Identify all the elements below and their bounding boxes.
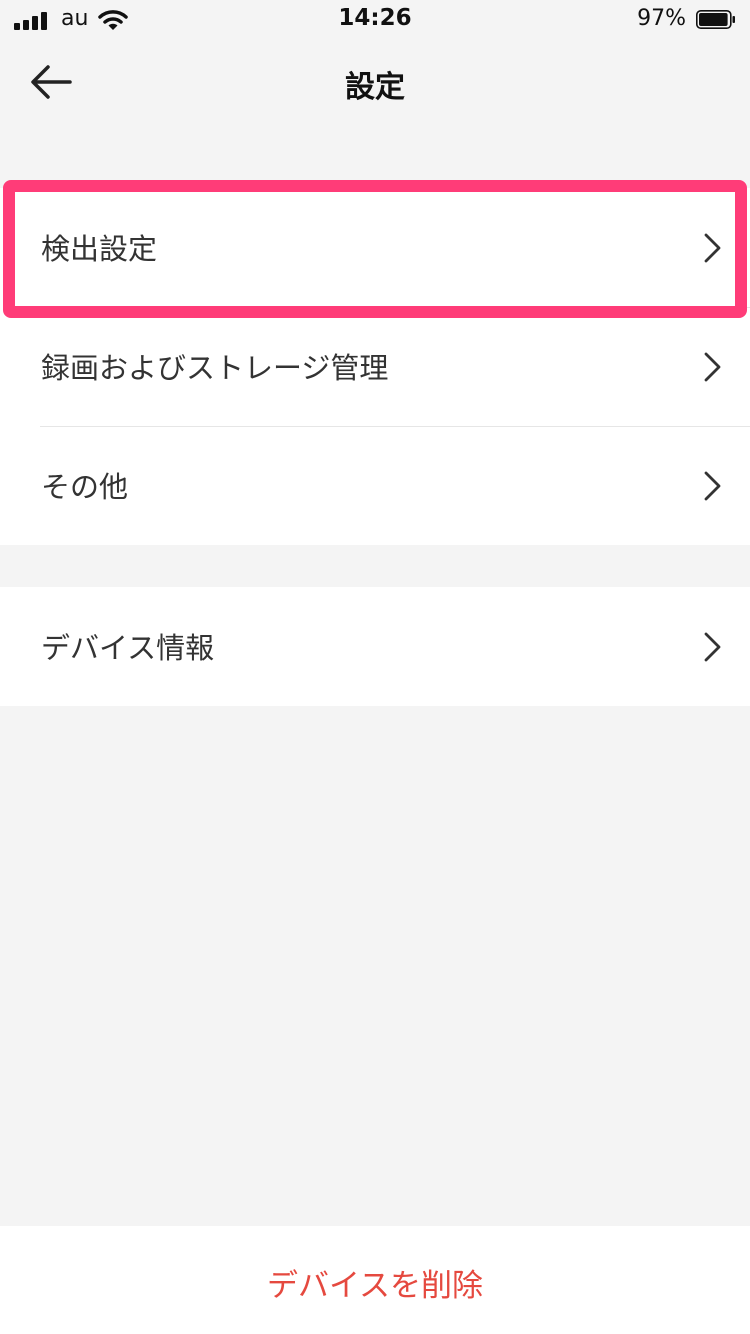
chevron-right-icon [704, 352, 721, 382]
navigation-bar: 設定 [0, 40, 750, 128]
page-title: 設定 [345, 70, 405, 105]
menu-item-label: 録画およびストレージ管理 [41, 351, 389, 385]
menu-item-other[interactable]: その他 [0, 426, 750, 545]
settings-group-main: 検出設定 録画およびストレージ管理 その他 [0, 188, 750, 545]
menu-item-label: 検出設定 [41, 232, 158, 266]
chevron-right-icon [704, 471, 721, 501]
menu-item-recording-storage[interactable]: 録画およびストレージ管理 [0, 307, 750, 426]
settings-group-device: デバイス情報 [0, 587, 750, 706]
chevron-right-icon [704, 632, 721, 662]
menu-item-label: デバイス情報 [41, 631, 215, 665]
menu-item-label: その他 [41, 470, 129, 504]
battery-icon [696, 10, 735, 29]
status-bar: au 14:26 97% [0, 0, 750, 40]
menu-item-detection-settings[interactable]: 検出設定 [0, 188, 750, 307]
menu-item-device-info[interactable]: デバイス情報 [0, 587, 750, 706]
bottom-action-bar: デバイスを削除 [0, 1226, 750, 1334]
battery-percent: 97% [637, 6, 686, 31]
chevron-right-icon [704, 233, 721, 263]
delete-device-button[interactable]: デバイスを削除 [0, 1260, 750, 1305]
